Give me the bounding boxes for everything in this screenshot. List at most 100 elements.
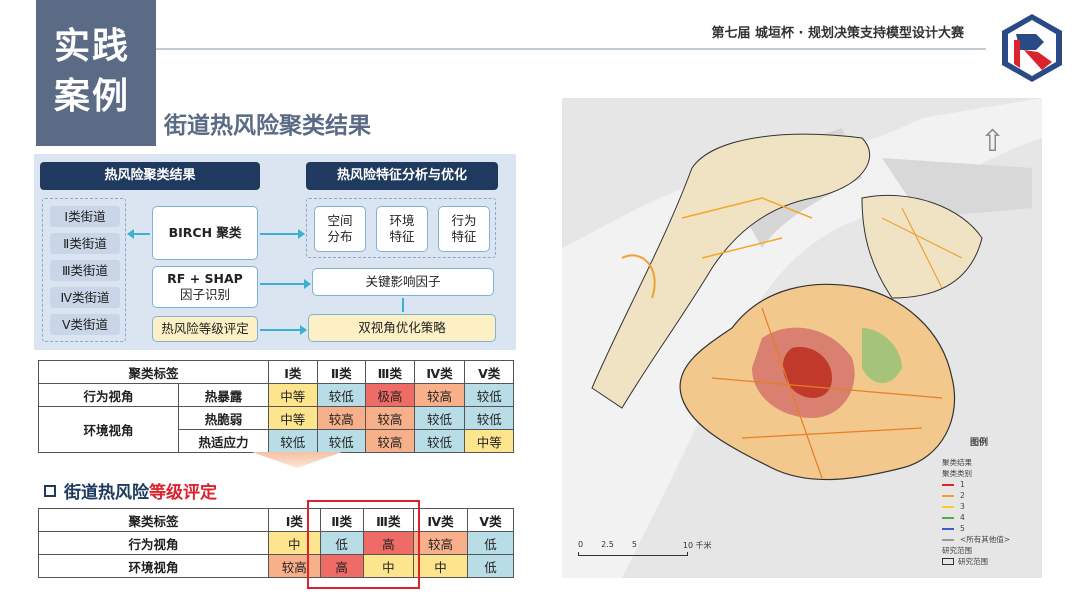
header-divider [156,48,986,50]
table1-header-c3: Ⅲ类 [365,360,415,384]
table2-cell: 低 [466,531,515,555]
rf-shap-line2: 因子识别 [179,287,230,302]
feature-environment: 环境 特征 [376,206,428,252]
feature-spatial: 空间 分布 [314,206,366,252]
table1-cell: 较高 [413,383,466,407]
legend-item: 2 [942,490,1010,501]
legend-label: 2 [960,491,965,500]
strategy-box: 双视角优化策略 [308,314,496,342]
section-tag-line1: 实践 [54,26,131,67]
legend-label: 1 [960,480,965,489]
rating-section-title: 街道热风险等级评定 [44,478,217,503]
class-item-2: Ⅱ类街道 [50,233,120,254]
legend-sub1: 聚类结果 [942,458,972,467]
table1-cell: 极高 [365,383,415,407]
table2-cell: 中 [412,554,468,578]
table2-view: 环境视角 [38,554,269,578]
section-tag-line2: 案例 [54,76,131,117]
legend-item: 1 [942,479,1010,490]
table1-header-c2: Ⅱ类 [316,360,367,384]
section-tag: 实践 案例 [36,0,156,146]
scale-tick: 0 [578,540,584,549]
legend-swatch [942,505,954,508]
rating-box: 热风险等级评定 [152,316,258,342]
table1-factor: 热暴露 [178,383,269,407]
table1-header-c4: Ⅳ类 [413,360,466,384]
table1-cell: 中等 [464,429,514,453]
checkbox-square-icon [44,485,56,497]
legend-item: 3 [942,501,1010,512]
table1-view: 行为视角 [38,383,179,407]
north-arrow-icon: ⇧ [980,124,1006,159]
scale-tick: 10 千米 [682,541,712,550]
table1-cell: 中等 [268,406,318,430]
contest-logo-icon [1002,14,1062,82]
class-item-3: Ⅲ类街道 [50,260,120,281]
table2-view: 行为视角 [38,531,269,555]
table1-cell: 较高 [365,429,415,453]
cluster-feature-table: 聚类标签 Ⅰ类 Ⅱ类 Ⅲ类 Ⅳ类 Ⅴ类 行为视角 热暴露 中等 较低 极高 较高… [38,360,514,453]
rf-shap-line1: RF + SHAP [167,271,243,286]
page-title: 街道热风险聚类结果 [164,113,371,139]
arrow-factors-to-strategy [402,298,404,312]
table1-cell: 较低 [316,383,367,407]
legend-label: <所有其他值> [960,535,1011,544]
rating-title-red: 等级评定 [149,483,217,503]
arrow-rating-to-strategy [260,325,307,335]
table1-factor: 热适应力 [178,429,269,453]
table1-cell: 较低 [413,429,466,453]
table2-cell: 低 [466,554,515,578]
arrow-birch-to-features [260,229,305,239]
boundary-swatch [942,558,954,565]
legend-swatch [942,516,954,519]
legend-label: 研究范围 [958,557,988,566]
legend-title: 图例 [970,438,989,448]
map-legend: 图例 聚类结果 聚类类别 1 2 3 4 5 <所有其他值> 研究范围 研究范围 [942,438,1010,567]
table1-cell: 较低 [316,429,367,453]
class-item-5: Ⅴ类街道 [50,314,120,335]
down-arrow-icon [252,452,342,468]
class-item-1: Ⅰ类街道 [50,206,120,227]
legend-swatch [942,483,954,486]
legend-sub2: 聚类类别 [942,469,972,478]
table1-factor: 热脆弱 [178,406,269,430]
table2-header-label: 聚类标签 [38,508,269,532]
table1-cell: 较低 [413,406,466,430]
contest-title: 第七届 城垣杯 · 规划决策支持模型设计大赛 [711,26,964,41]
legend-label: 4 [960,513,965,522]
table-row: 行为视角 热暴露 中等 较低 极高 较高 较低 [38,383,514,407]
legend-swatch [942,527,954,530]
scale-tick: 2.5 [601,540,614,549]
legend-item: <所有其他值> [942,534,1010,545]
legend-boundary-label: 研究范围 [942,546,972,555]
table2-cell: 较高 [412,531,468,555]
cluster-result-header: 热风险聚类结果 [40,162,260,190]
class-item-4: Ⅳ类街道 [50,287,120,308]
table1-cell: 中等 [268,383,318,407]
table1-cell: 较高 [316,406,367,430]
feature-analysis-header: 热风险特征分析与优化 [306,162,498,190]
table1-cell: 较低 [464,406,514,430]
key-factors-box: 关键影响因子 [312,268,494,296]
legend-item: 5 [942,523,1010,534]
legend-item: 4 [942,512,1010,523]
table1-header-label: 聚类标签 [38,360,269,384]
table-row: 环境视角 较高 高 中 中 低 [38,554,515,578]
table1-view: 环境视角 [38,406,179,453]
table1-cell: 较低 [464,383,514,407]
scale-tick: 5 [631,540,637,549]
table1-header-c1: Ⅰ类 [268,360,318,384]
feature-behavior: 行为 特征 [438,206,490,252]
legend-swatch [942,494,954,497]
highlight-frame [307,500,420,589]
birch-box: BIRCH 聚类 [152,206,258,260]
scale-bar: 0 2.5 5 10 千米 [578,540,712,556]
legend-label: 5 [960,524,965,533]
table-row: 环境视角 热脆弱 中等 较高 较高 较低 较低 [38,406,514,453]
table2-header-c5: Ⅴ类 [466,508,515,532]
legend-item: 研究范围 [942,556,1010,567]
arrow-rf-to-factors [260,279,311,289]
table1-cell: 较低 [268,429,318,453]
risk-rating-table: 聚类标签 Ⅰ类 Ⅱ类 Ⅲ类 Ⅳ类 Ⅴ类 行为视角 中 低 高 较高 低 环境视角… [38,508,515,578]
table-row: 行为视角 中 低 高 较高 低 [38,531,515,555]
